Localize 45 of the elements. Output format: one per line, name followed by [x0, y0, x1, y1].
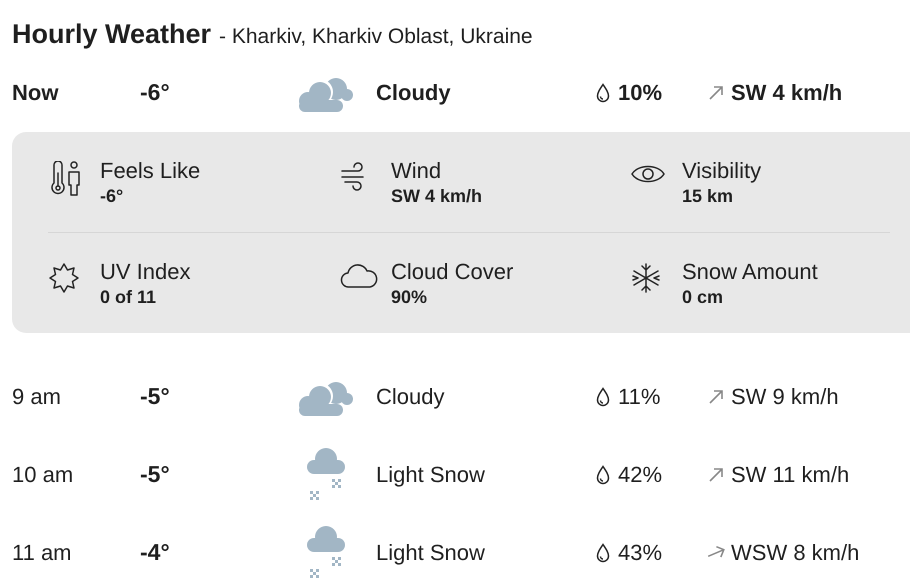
raindrop-icon — [596, 82, 610, 102]
wind-direction-arrow-icon — [707, 388, 725, 406]
detail-label: UV Index — [100, 258, 190, 286]
detail-label: Wind — [391, 156, 442, 184]
detail-value: SW 4 km/h — [391, 184, 482, 206]
temperature-text: -5° — [140, 383, 170, 410]
thermometer-person-icon — [48, 160, 82, 196]
temperature-text: -4° — [140, 539, 170, 566]
wind-text: SW 9 km/h — [731, 383, 839, 411]
detail-label: Visibility — [682, 156, 762, 184]
cloud-outline-icon — [339, 262, 379, 290]
wind-text: SW 4 km/h — [731, 79, 842, 107]
detail-value: 15 km — [682, 184, 734, 206]
temperature-text: -6° — [140, 79, 170, 106]
wind-direction-arrow-icon — [707, 84, 725, 102]
time-text: 9 am — [12, 384, 61, 409]
detail-label: Cloud Cover — [391, 258, 514, 286]
wind-text: SW 11 km/h — [731, 461, 850, 489]
snowflake-icon — [630, 262, 662, 294]
wind-direction-arrow-icon — [707, 466, 725, 484]
time-text: 11 am — [12, 540, 72, 565]
precipitation-text: 43% — [618, 539, 662, 567]
detail-value: -6° — [100, 184, 124, 206]
location-text: - Kharkiv, Kharkiv Oblast, Ukraine — [219, 24, 533, 50]
condition-text: Light Snow — [376, 462, 485, 487]
temperature-text: -5° — [140, 461, 170, 488]
precipitation-text: 42% — [618, 461, 662, 489]
detail-label: Snow Amount — [682, 258, 818, 286]
detail-label: Feels Like — [100, 156, 200, 184]
condition-text: Cloudy — [376, 384, 444, 409]
sun-icon — [48, 262, 80, 294]
condition-text: Cloudy — [376, 80, 451, 105]
condition-text: Light Snow — [376, 540, 485, 565]
time-text: 10 am — [12, 462, 74, 487]
time-text: Now — [12, 80, 58, 105]
detail-value: 0 cm — [682, 286, 724, 308]
precipitation-text: 10% — [618, 79, 662, 107]
precipitation-text: 11% — [618, 383, 660, 411]
page-title: Hourly Weather — [12, 18, 212, 51]
detail-value: 0 of 11 — [100, 286, 158, 308]
raindrop-icon — [596, 386, 610, 406]
raindrop-icon — [596, 542, 610, 562]
raindrop-icon — [596, 464, 610, 484]
wind-text: WSW 8 km/h — [731, 539, 860, 567]
detail-value: 90% — [391, 286, 428, 308]
